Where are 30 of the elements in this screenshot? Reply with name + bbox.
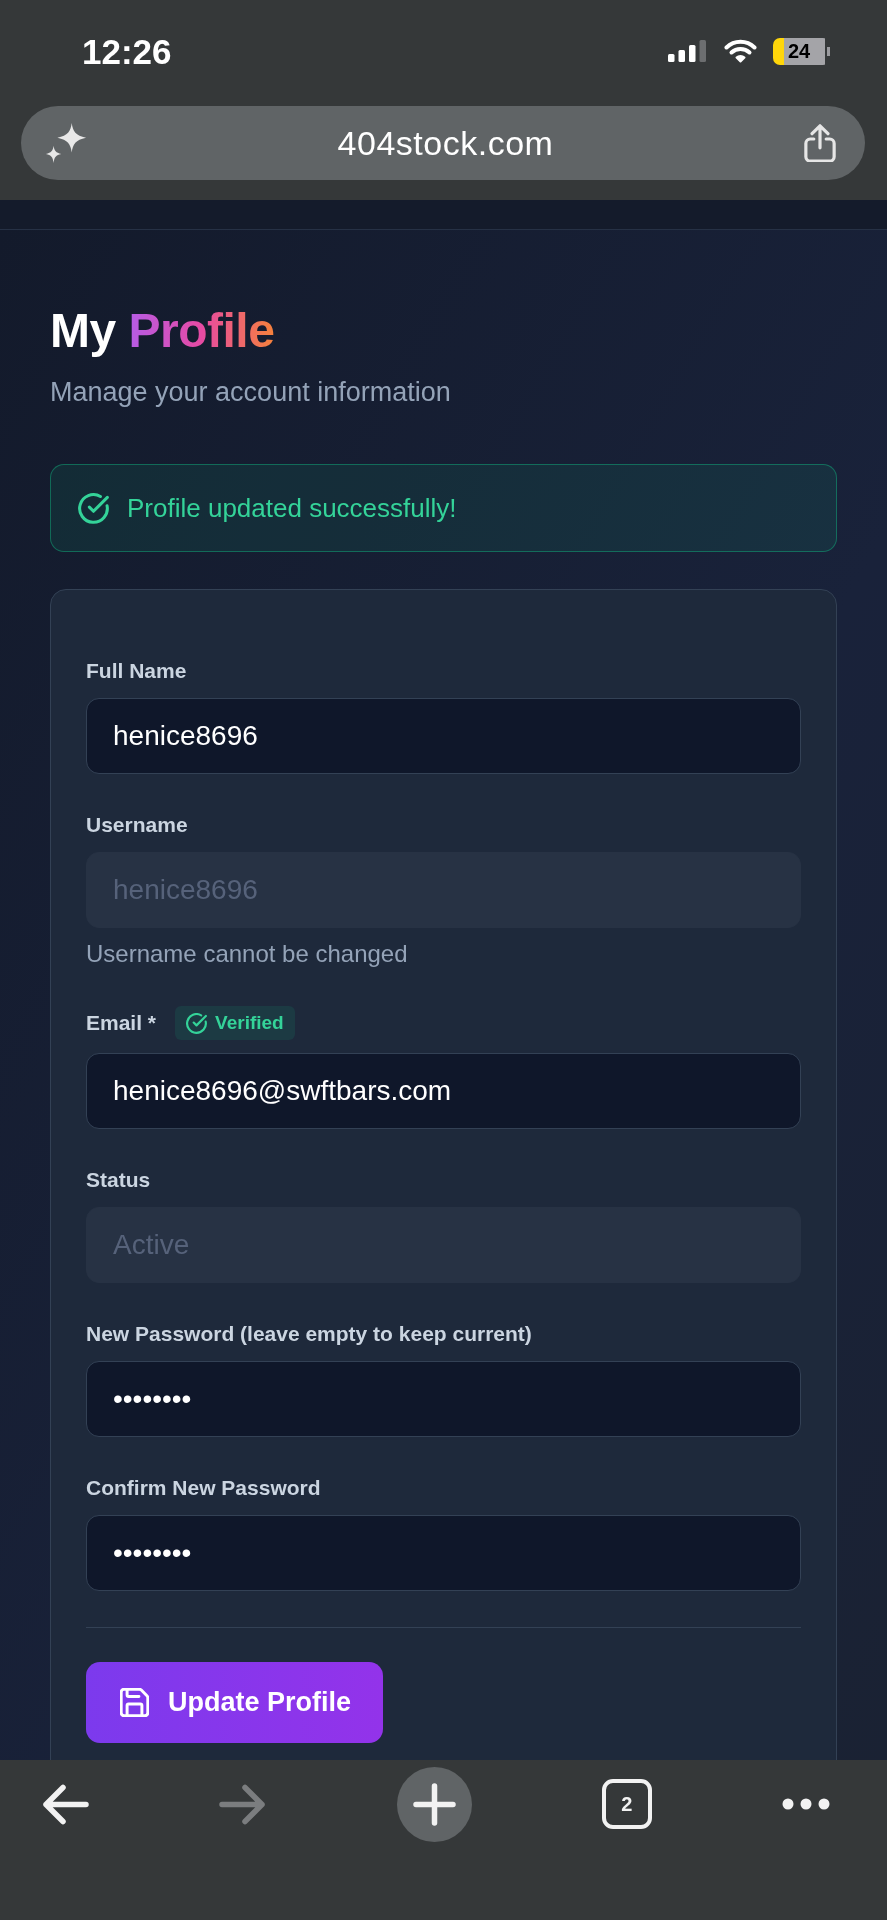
- clock-text: 12:26: [82, 33, 172, 69]
- sparkle-icon[interactable]: [45, 122, 87, 164]
- field-label: Confirm New Password: [86, 1475, 321, 1501]
- help-text: Username cannot be changed: [86, 939, 409, 969]
- field-label: New Password (leave empty to keep current): [86, 1321, 532, 1347]
- field-label: Username: [86, 812, 188, 838]
- check-circle-icon: [78, 492, 109, 524]
- share-icon[interactable]: [804, 124, 836, 162]
- back-arrow-icon[interactable]: [42, 1783, 89, 1825]
- battery-indicator: 24: [773, 37, 830, 65]
- wifi-icon: [724, 39, 757, 63]
- tabs-button[interactable]: 2: [601, 1779, 652, 1829]
- alert-message: Profile updated successfully!: [127, 491, 457, 525]
- field-label: Email *: [86, 1010, 157, 1036]
- input-field[interactable]: ••••••••: [86, 1361, 801, 1437]
- page-subtitle: Manage your account information: [50, 376, 452, 409]
- update-profile-button[interactable]: Update Profile: [86, 1662, 384, 1743]
- field-label: Status: [86, 1167, 151, 1193]
- verified-text: Verified: [215, 1010, 284, 1035]
- input-field[interactable]: henice8696: [86, 698, 801, 774]
- field-label: Full Name: [86, 658, 187, 684]
- check-circle-icon: [186, 1012, 208, 1034]
- input-field[interactable]: ••••••••: [86, 1515, 801, 1591]
- plus-icon[interactable]: [396, 1766, 472, 1842]
- address-field[interactable]: 404stock.com: [21, 106, 865, 180]
- input-field[interactable]: henice8696@swftbars.com: [86, 1053, 801, 1129]
- signal-icon: [668, 40, 708, 62]
- save-icon: [120, 1688, 149, 1717]
- more-icon[interactable]: [782, 1798, 830, 1810]
- url-text: 404stock.com: [336, 122, 555, 164]
